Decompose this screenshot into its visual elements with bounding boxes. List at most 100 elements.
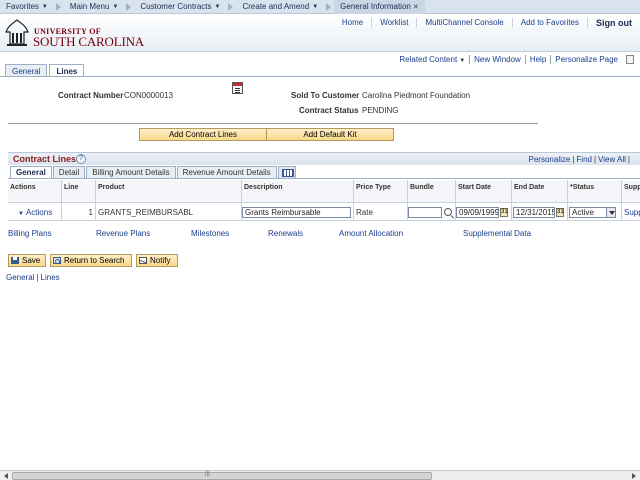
top-navigation-bar: Favorites ▼ Main Menu ▼ Customer Contracts…: [0, 0, 640, 14]
contract-lines-grid-header: Contract Lines ? Personalize | Find | View A…: [8, 152, 640, 165]
return-to-search-button[interactable]: Return to Search: [50, 254, 132, 267]
chevron-down-icon: ▼: [459, 57, 466, 64]
bundle-input[interactable]: [408, 207, 442, 218]
find-link[interactable]: Find: [576, 155, 592, 164]
create-amend-label: Create and Amend: [242, 2, 310, 11]
related-content-menu[interactable]: Related Content ▼: [395, 55, 469, 64]
row-actions-link[interactable]: Actions: [26, 208, 52, 217]
contract-status-value: PENDING: [362, 106, 399, 115]
column-header-description: Description: [242, 180, 354, 202]
column-header-end-date: End Date: [512, 180, 568, 202]
column-header-product: Product: [96, 180, 242, 202]
header-links: Home Worklist MultiChannel Console Add t…: [334, 14, 640, 31]
renewals-link[interactable]: Renewals: [268, 229, 303, 238]
grid-tab-general[interactable]: General: [10, 166, 52, 178]
add-default-kit-button[interactable]: Add Default Kit: [266, 128, 394, 141]
search-icon: [53, 257, 61, 264]
row-price-type-cell: Rate: [354, 202, 408, 221]
favorites-menu[interactable]: Favorites ▼: [0, 0, 54, 14]
calendar-icon[interactable]: 31: [556, 208, 564, 217]
scrollbar-corner: [626, 54, 634, 64]
column-header-price-type: Price Type: [354, 180, 408, 202]
related-toolbar: Related Content ▼ New Window Help Persona…: [395, 53, 634, 65]
grid-title: Contract Lines: [13, 154, 77, 164]
revenue-plans-link[interactable]: Revenue Plans: [96, 229, 150, 238]
status-select[interactable]: Active: [569, 207, 607, 218]
bottom-lines-link[interactable]: Lines: [41, 273, 60, 282]
triangle-down-icon: ▼: [18, 211, 24, 217]
tab-divider: [0, 76, 640, 77]
supplemental-data-link[interactable]: Supplemental Data: [463, 229, 531, 238]
chevron-down-icon: ▼: [112, 3, 119, 10]
main-menu[interactable]: Main Menu ▼: [64, 0, 125, 14]
scroll-right-icon[interactable]: [629, 472, 639, 480]
column-header-line: Line: [62, 180, 96, 202]
end-date-input[interactable]: 12/31/2015: [513, 207, 555, 218]
university-name-line2: SOUTH CAROLINA: [33, 34, 144, 49]
column-header-bundle: Bundle: [408, 180, 456, 202]
billing-plans-link[interactable]: Billing Plans: [8, 229, 52, 238]
line-sublinks: Billing Plans Revenue Plans Milestones R…: [0, 229, 640, 241]
notify-label: Notify: [150, 256, 171, 265]
save-button[interactable]: Save: [8, 254, 46, 267]
breadcrumb-customer-contracts[interactable]: Customer Contracts ▼: [134, 0, 226, 14]
contract-status-label: Contract Status: [299, 106, 359, 115]
sign-out-link[interactable]: Sign out: [587, 17, 640, 28]
view-all-link[interactable]: View All: [598, 155, 626, 164]
worklist-link[interactable]: Worklist: [371, 18, 416, 27]
add-contract-lines-button[interactable]: Add Contract Lines: [139, 128, 267, 141]
grid-tab-detail[interactable]: Detail: [52, 166, 86, 178]
related-content-label: Related Content: [399, 54, 458, 64]
grid-tabs: General Detail Billing Amount Details Re…: [10, 166, 297, 178]
show-all-columns-icon[interactable]: [277, 166, 296, 178]
document-icon[interactable]: [232, 82, 243, 94]
bottom-page-links: General | Lines: [6, 273, 60, 282]
bottom-general-link[interactable]: General: [6, 273, 34, 282]
horizontal-scrollbar[interactable]: |||: [0, 470, 640, 480]
chevron-down-icon[interactable]: [606, 207, 616, 218]
grid-tab-revenue-amount-details[interactable]: Revenue Amount Details: [176, 166, 277, 178]
column-header-status: *Status: [568, 180, 622, 202]
row-supp-link[interactable]: Supp: [624, 208, 640, 217]
calendar-icon[interactable]: 31: [500, 208, 508, 217]
scroll-left-icon[interactable]: [1, 472, 11, 480]
contract-number-value: CON0000013: [124, 91, 173, 100]
save-icon: [11, 257, 19, 264]
search-icon[interactable]: [444, 208, 452, 216]
breadcrumb-create-and-amend[interactable]: Create and Amend ▼: [236, 0, 324, 14]
start-date-input[interactable]: 09/09/1999: [456, 207, 499, 218]
general-information-label: General Information: [340, 2, 411, 11]
personalize-link[interactable]: Personalize: [529, 155, 571, 164]
breadcrumb-general-information[interactable]: General Information ✕: [334, 0, 425, 14]
help-icon[interactable]: ?: [76, 154, 86, 164]
breadcrumb-separator-icon: [54, 0, 64, 14]
breadcrumb-separator-icon: [124, 0, 134, 14]
row-supp-cell[interactable]: Supp: [622, 202, 640, 221]
add-to-favorites-link[interactable]: Add to Favorites: [511, 18, 587, 27]
help-link[interactable]: Help: [524, 54, 550, 64]
row-actions-cell[interactable]: ▼ Actions: [8, 202, 62, 221]
column-header-start-date: Start Date: [456, 180, 512, 202]
personalize-page-link[interactable]: Personalize Page: [550, 54, 622, 64]
grid-tab-divider: [8, 178, 640, 179]
main-menu-label: Main Menu: [69, 2, 110, 11]
notify-button[interactable]: Notify: [136, 254, 178, 267]
chevron-down-icon: ▼: [312, 3, 319, 10]
scrollbar-thumb[interactable]: [12, 472, 432, 480]
sold-to-customer-label: Sold To Customer: [291, 91, 360, 100]
chevron-down-icon: ▼: [214, 3, 221, 10]
row-line-cell: 1: [62, 202, 96, 221]
home-link[interactable]: Home: [334, 18, 371, 27]
multichannel-console-link[interactable]: MultiChannel Console: [416, 18, 511, 27]
new-window-link[interactable]: New Window: [469, 54, 525, 64]
grid-tab-billing-amount-details[interactable]: Billing Amount Details: [86, 166, 176, 178]
customer-contracts-label: Customer Contracts: [140, 2, 212, 11]
favorites-label: Favorites: [6, 2, 39, 11]
amount-allocation-link[interactable]: Amount Allocation: [339, 229, 403, 238]
milestones-link[interactable]: Milestones: [191, 229, 229, 238]
grip-icon: |||: [205, 471, 210, 477]
close-icon[interactable]: ✕: [413, 3, 419, 11]
section-divider: [8, 123, 538, 124]
page-header: UNIVERSITY OF SOUTH CAROLINA Home Workli…: [0, 14, 640, 52]
description-input[interactable]: Grants Reimbursable: [242, 207, 351, 218]
